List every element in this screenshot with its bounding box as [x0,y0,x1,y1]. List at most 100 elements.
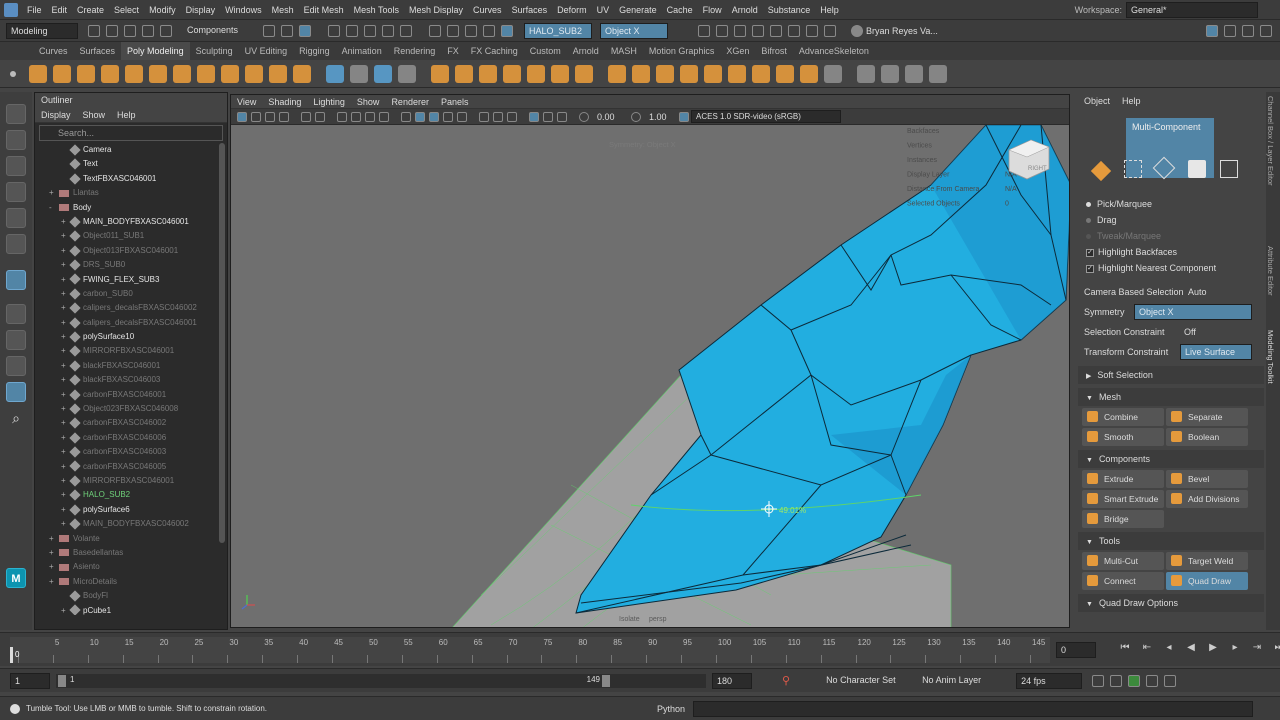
outliner-item[interactable]: + Basedellantas [49,546,227,560]
tools-section[interactable]: ▼ Tools [1078,532,1264,550]
outliner-item[interactable]: TextFBXASC046001 [49,172,227,186]
ipr-render-icon[interactable] [734,24,746,37]
expand-icon[interactable]: + [49,532,59,546]
redo-icon[interactable] [160,24,172,37]
shelf-tab-fx-caching[interactable]: FX Caching [465,42,524,60]
outliner-search-input[interactable]: Search... [39,125,223,141]
outliner-item[interactable]: + carbonFBXASC046005 [49,460,227,474]
gate-mask-icon[interactable] [379,111,389,122]
fill-hole-icon[interactable] [704,64,722,83]
menu-file[interactable]: File [22,0,47,20]
super-shape-icon[interactable] [221,64,239,83]
render-settings-icon[interactable] [752,24,764,37]
script-type-label[interactable]: Python [657,704,685,714]
mask-misc-icon[interactable] [400,24,412,37]
outliner-item[interactable]: + MIRRORFBXASC046001 [49,344,227,358]
shelf-options-icon[interactable] [8,45,20,57]
remesh-icon[interactable] [527,64,545,83]
anim-layer-dropdown[interactable]: No Anim Layer [918,672,1009,689]
gamma-icon[interactable] [631,111,641,122]
symmetry-field[interactable]: Object X [600,22,668,39]
snap-grid-icon[interactable] [429,24,441,37]
shadows-icon[interactable] [479,111,489,122]
scene-end-field[interactable]: 180 [712,672,752,689]
outliner-item[interactable]: + blackFBXASC046003 [49,373,227,387]
connect-icon[interactable] [929,64,947,83]
shelf-tab-custom[interactable]: Custom [524,42,567,60]
poly-cylinder-icon[interactable] [77,64,95,83]
outliner-scrollbar[interactable] [219,143,225,543]
resolution-gate-icon[interactable] [365,111,375,122]
mask-edge-icon[interactable] [346,24,358,37]
lasso-tool-icon[interactable] [6,130,26,150]
poly-cube-icon[interactable] [53,64,71,83]
outliner-menu-help[interactable]: Help [111,107,142,123]
outliner-menu-display[interactable]: Display [35,107,77,123]
command-line-input[interactable] [693,700,1254,717]
go-to-start-icon[interactable]: ⏮ [1119,642,1131,654]
menu-curves[interactable]: Curves [468,0,507,20]
shelf-tab-rigging[interactable]: Rigging [293,42,336,60]
expand-icon[interactable]: + [49,186,59,200]
menu-help[interactable]: Help [815,0,844,20]
append-icon[interactable] [680,64,698,83]
bookmark-icon[interactable] [265,111,275,122]
image-plane-icon[interactable] [279,111,289,122]
smart-extrude-button[interactable]: Smart Extrude [1082,490,1164,508]
outliner-item[interactable]: + DRS_SUB0 [49,258,227,272]
vertex-mode-icon[interactable] [1124,160,1142,178]
uv-editor-icon[interactable] [326,64,344,83]
user-name[interactable]: Bryan Reyes Va... [866,26,938,36]
combine-button[interactable]: Combine [1082,408,1164,426]
hypershade-icon[interactable] [770,24,782,37]
menu-mesh-tools[interactable]: Mesh Tools [349,0,404,20]
bevel-button[interactable]: Bevel [1166,470,1248,488]
tweak-marquee-radio[interactable]: Tweak/Marquee [1078,228,1264,244]
snap-point-icon[interactable] [465,24,477,37]
expand-icon[interactable]: + [49,560,59,574]
outliner-item[interactable]: Text [49,157,227,171]
step-back-key-icon[interactable]: ⇤ [1141,642,1153,654]
sandbox-icon[interactable] [824,24,836,37]
menu-uv[interactable]: UV [592,0,615,20]
step-back-frame-icon[interactable]: ◂ [1163,642,1175,654]
outliner-item[interactable]: + blackFBXASC046001 [49,359,227,373]
face-mode-icon[interactable] [1188,160,1206,178]
select-camera-icon[interactable] [237,111,247,122]
outliner-item[interactable]: + Object023FBXASC046008 [49,402,227,416]
outliner-item[interactable]: + Object013FBXASC046001 [49,244,227,258]
menu-create[interactable]: Create [72,0,109,20]
smooth-button[interactable]: Smooth [1082,428,1164,446]
components-section[interactable]: ▼ Components [1078,450,1264,468]
light-editor-icon[interactable] [806,24,818,37]
object-name-field[interactable]: HALO_SUB2 [524,22,592,39]
menu-substance[interactable]: Substance [763,0,816,20]
outliner-layout-icon[interactable] [6,382,26,402]
select-tool-icon[interactable] [6,104,26,124]
menu-deform[interactable]: Deform [552,0,592,20]
wireframe-icon[interactable] [401,111,411,122]
view-transform-dropdown[interactable]: ACES 1.0 SDR-video (sRGB) [691,110,841,123]
outliner-item[interactable]: + MicroDetails [49,575,227,589]
shelf-tab-mash[interactable]: MASH [605,42,643,60]
viewport-menu-lighting[interactable]: Lighting [307,95,351,109]
quad-draw-tool-icon[interactable] [6,270,26,290]
snap-live-icon[interactable] [501,24,513,37]
go-to-end-icon[interactable]: ⏭ [1273,642,1280,654]
multi-cut-icon[interactable] [857,64,875,83]
viewport-menu-panels[interactable]: Panels [435,95,475,109]
menu-windows[interactable]: Windows [220,0,267,20]
merge-icon[interactable] [800,64,818,83]
shelf-tab-animation[interactable]: Animation [336,42,388,60]
poly-torus-icon[interactable] [125,64,143,83]
collapse-icon[interactable] [776,64,794,83]
menu-edit[interactable]: Edit [47,0,73,20]
motion-blur-icon[interactable] [507,111,517,122]
two-view-layout-icon[interactable] [6,356,26,376]
extract-icon[interactable] [431,64,449,83]
menu-flow[interactable]: Flow [698,0,727,20]
retopo-icon[interactable] [551,64,569,83]
sound-icon[interactable] [1110,674,1123,687]
toolkit-menu-help[interactable]: Help [1116,92,1147,110]
quad-draw-options-section[interactable]: ▼ Quad Draw Options [1078,594,1264,612]
